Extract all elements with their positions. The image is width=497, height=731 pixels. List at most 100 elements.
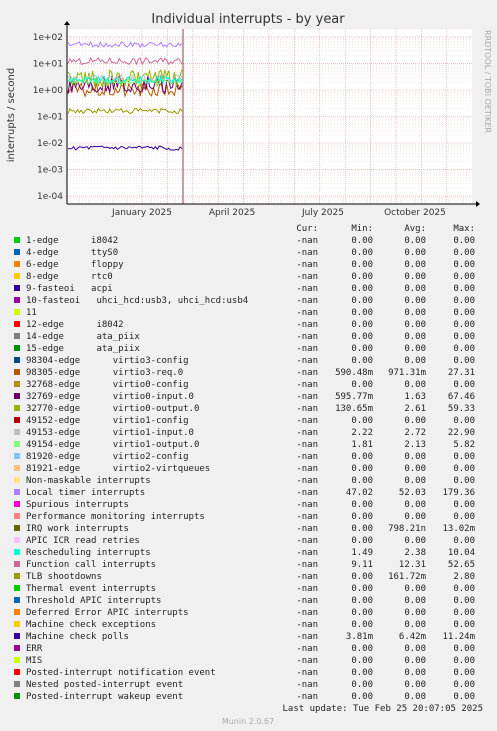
legend-series-name: IRQ work interrupts	[26, 524, 129, 534]
legend-series-name: Rescheduling interrupts	[26, 548, 151, 558]
legend-value: 27.31	[448, 368, 475, 378]
legend-value: 130.65m	[335, 404, 373, 414]
legend-value: 0.00	[351, 692, 373, 702]
x-tick-label: July 2025	[301, 208, 344, 218]
legend-swatch	[14, 585, 20, 591]
legend-value: 0.00	[453, 464, 475, 474]
legend-series-name: 15-edge ata_piix	[26, 344, 140, 354]
chart-title: Individual interrupts - by year	[151, 12, 345, 27]
legend-column-header: Max:	[453, 224, 475, 234]
legend-swatch	[14, 273, 20, 279]
legend-swatch	[14, 309, 20, 315]
x-tick-label: January 2025	[111, 208, 172, 218]
legend-series-name: ERR	[26, 644, 43, 654]
legend-value: 0.00	[453, 248, 475, 258]
legend-value: 1.81	[351, 440, 373, 450]
legend-value: 0.00	[453, 680, 475, 690]
legend-value: 0.00	[351, 620, 373, 630]
legend-value: 0.00	[404, 644, 426, 654]
legend-value: -nan	[296, 524, 318, 534]
legend-value: 0.00	[351, 500, 373, 510]
legend-value: 0.00	[453, 584, 475, 594]
legend-series-name: 1-edge i8042	[26, 236, 118, 246]
legend-value: 67.46	[448, 392, 475, 402]
legend-value: 0.00	[453, 536, 475, 546]
legend-series-name: Deferred Error APIC interrupts	[26, 608, 189, 618]
legend-swatch	[14, 489, 20, 495]
x-axis-arrow	[476, 201, 480, 207]
legend-value: 0.00	[453, 320, 475, 330]
legend-value: -nan	[296, 368, 318, 378]
legend-value: 0.00	[453, 620, 475, 630]
legend-value: 0.00	[404, 380, 426, 390]
legend-value: -nan	[296, 464, 318, 474]
legend-swatch	[14, 285, 20, 291]
legend-value: -nan	[296, 428, 318, 438]
legend-value: 179.36	[442, 488, 475, 498]
legend-value: 0.00	[351, 536, 373, 546]
legend-value: -nan	[296, 416, 318, 426]
legend-value: 0.00	[453, 236, 475, 246]
legend-series-name: Threshold APIC interrupts	[26, 596, 161, 606]
legend-swatch	[14, 597, 20, 603]
legend-value: -nan	[296, 260, 318, 270]
legend-value: 0.00	[404, 464, 426, 474]
y-axis-label: interrupts / second	[6, 68, 17, 162]
legend-value: 0.00	[351, 644, 373, 654]
legend-column-header: Cur:	[296, 224, 318, 234]
legend-swatch	[14, 693, 20, 699]
x-tick-label: October 2025	[384, 208, 446, 218]
legend-value: 0.00	[404, 284, 426, 294]
legend-swatch	[14, 645, 20, 651]
legend-swatch	[14, 405, 20, 411]
legend-series-name: Posted-interrupt wakeup event	[26, 692, 183, 702]
legend-value: 0.00	[351, 452, 373, 462]
legend-value: 0.00	[351, 608, 373, 618]
x-tick-label: April 2025	[209, 208, 255, 218]
legend-swatch	[14, 453, 20, 459]
legend-value: 0.00	[453, 296, 475, 306]
y-tick-label: 1e-02	[37, 139, 63, 149]
legend-value: 0.00	[404, 236, 426, 246]
legend-value: -nan	[296, 668, 318, 678]
legend-value: -nan	[296, 296, 318, 306]
legend-value: 971.31m	[388, 368, 426, 378]
legend-value: 0.00	[404, 536, 426, 546]
legend-value: -nan	[296, 620, 318, 630]
legend-series-name: 11	[26, 308, 37, 318]
legend-value: 0.00	[351, 236, 373, 246]
legend-value: 0.00	[453, 692, 475, 702]
legend-value: 0.00	[351, 380, 373, 390]
legend-value: 0.00	[351, 272, 373, 282]
legend-swatch	[14, 549, 20, 555]
legend-value: 10.04	[448, 548, 475, 558]
legend-value: -nan	[296, 596, 318, 606]
legend-value: 0.00	[351, 512, 373, 522]
plot-area: 1e+02 1e+01 1e+00 1e-01 1e-02 1e-03 1e-04 Janua…	[33, 21, 480, 218]
legend-value: -nan	[296, 572, 318, 582]
legend-value: 0.00	[404, 308, 426, 318]
legend-value: 0.00	[404, 596, 426, 606]
legend-value: -nan	[296, 320, 318, 330]
legend-value: 12.31	[399, 560, 426, 570]
legend-value: -nan	[296, 344, 318, 354]
legend-swatch	[14, 369, 20, 375]
legend-value: 0.00	[404, 296, 426, 306]
legend-value: 0.00	[404, 260, 426, 270]
legend-value: -nan	[296, 692, 318, 702]
legend-value: 0.00	[453, 476, 475, 486]
legend-swatch	[14, 633, 20, 639]
legend-value: -nan	[296, 332, 318, 342]
legend-value: 52.65	[448, 560, 475, 570]
legend-series-name: Machine check polls	[26, 632, 129, 642]
legend-value: 13.02m	[442, 524, 475, 534]
legend-swatch	[14, 393, 20, 399]
legend-value: 0.00	[404, 656, 426, 666]
legend-value: 0.00	[351, 296, 373, 306]
legend-value: 2.13	[404, 440, 426, 450]
legend-series-name: APIC ICR read retries	[26, 536, 140, 546]
legend-value: 0.00	[404, 272, 426, 282]
legend-swatch	[14, 249, 20, 255]
legend-series-name: Local timer interrupts	[26, 488, 145, 498]
legend-value: 22.90	[448, 428, 475, 438]
